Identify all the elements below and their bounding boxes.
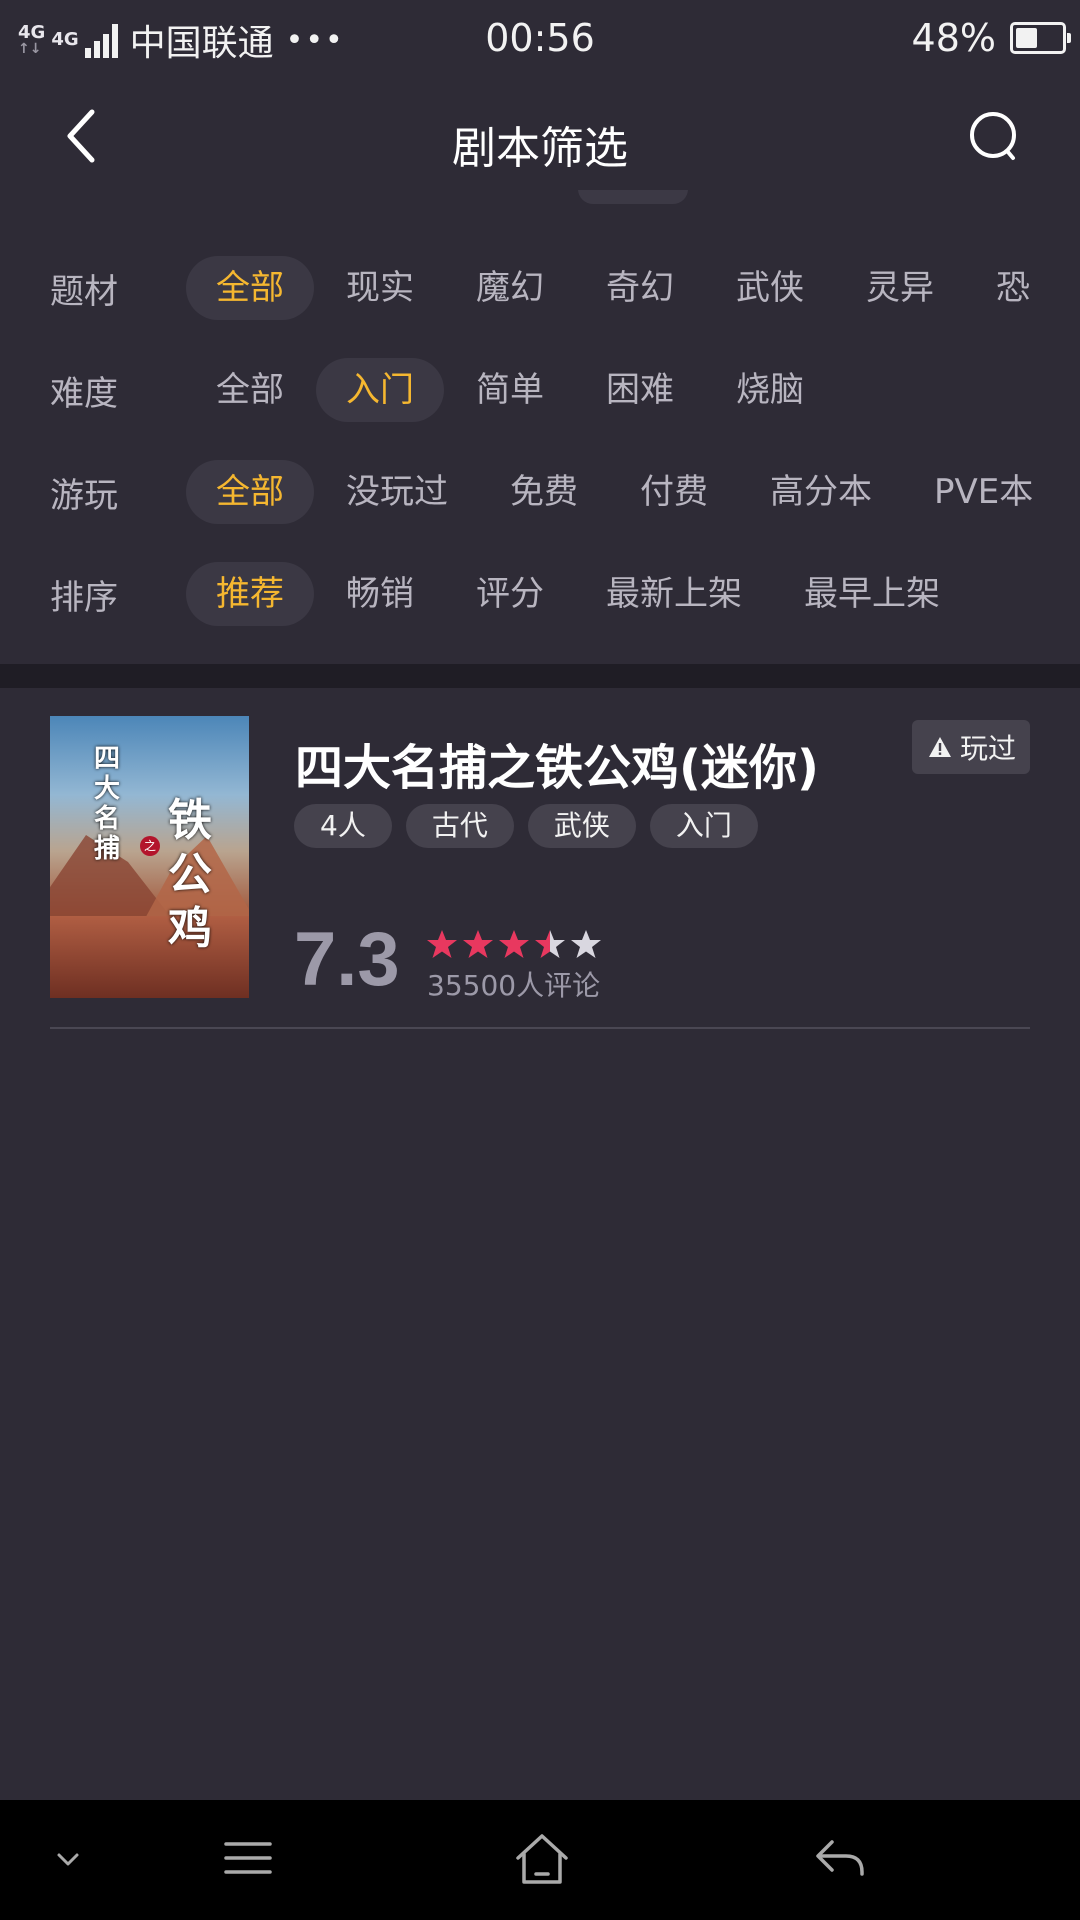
cover-text-main: 铁公鸡 <box>168 795 212 954</box>
page-title: 剧本筛选 <box>452 123 628 174</box>
score-value: 7.3 <box>294 917 400 1002</box>
clipped-chip <box>578 190 688 204</box>
hide-nav-button[interactable] <box>50 1842 86 1882</box>
script-tag: 入门 <box>649 804 758 848</box>
card-divider <box>50 1027 1030 1029</box>
filter-option[interactable]: 困难 <box>576 358 704 422</box>
battery-icon <box>1010 22 1071 54</box>
script-tag: 古代 <box>405 804 514 848</box>
played-badge: 玩过 <box>911 720 1030 774</box>
star-icon <box>463 930 493 958</box>
filter-row-genre: 题材 全部 现实 魔幻 奇幻 武侠 灵异恐 <box>0 256 1080 320</box>
section-divider <box>0 664 1080 688</box>
filter-options: 全部 入门 简单 困难 烧脑 <box>186 358 836 422</box>
cover-seal: 之 <box>140 836 160 856</box>
filter-option[interactable]: 现实 <box>316 256 444 320</box>
system-nav-bar <box>0 1800 1080 1920</box>
filter-option[interactable]: 全部 <box>186 358 314 422</box>
filter-row-difficulty: 难度 全部 入门 简单 困难 烧脑 <box>0 358 1080 422</box>
review-count: 35500人评论 <box>427 969 601 1002</box>
filter-option[interactable]: 没玩过 <box>316 460 478 524</box>
back-arrow-icon <box>816 1840 864 1876</box>
menu-button[interactable] <box>220 1830 276 1890</box>
battery-fill <box>1016 28 1038 48</box>
filter-option[interactable]: 付费 <box>610 460 738 524</box>
filter-label: 难度 <box>50 373 118 414</box>
filter-option[interactable]: 简单 <box>446 358 574 422</box>
star-icon <box>571 930 601 958</box>
filter-option[interactable]: 全部 <box>186 460 314 524</box>
filter-option[interactable]: 免费 <box>480 460 608 524</box>
filter-label: 游玩 <box>50 475 118 516</box>
filter-panel: 题材 全部 现实 魔幻 奇幻 武侠 灵异恐 难度 全部 入门 简单 困难 烧脑 游玩 全部 没玩过免… <box>0 190 1080 664</box>
filter-options: 全部 没玩过 免费 付费 高分本 PVE本 <box>186 460 1065 524</box>
filter-option[interactable]: 全部 <box>186 256 314 320</box>
cover-text-top: 四大名捕 <box>94 744 121 864</box>
filter-option[interactable]: 奇幻 <box>576 256 704 320</box>
filter-label: 题材 <box>50 271 118 312</box>
script-card[interactable]: 四大名捕 之 铁公鸡 四大名捕之铁公鸡(迷你) 玩过 4人 古代 武侠 入门 7.3 … <box>50 716 1030 1028</box>
filter-options: 全部 现实 魔幻 奇幻 武侠 灵异恐 <box>186 256 1062 320</box>
filter-option[interactable]: 评分 <box>446 562 574 626</box>
menu-icon <box>224 1842 272 1874</box>
filter-option[interactable]: PVE本 <box>904 460 1063 524</box>
star-icon <box>499 930 529 958</box>
filter-option[interactable]: 最新上架 <box>576 562 772 626</box>
star-icon <box>535 930 565 958</box>
filter-options: 推荐 畅销 评分 最新上架 最早上架 <box>186 562 972 626</box>
script-cover-image[interactable]: 四大名捕 之 铁公鸡 <box>50 716 249 998</box>
rating-stars <box>426 928 602 960</box>
warning-icon <box>928 737 951 757</box>
filter-option[interactable]: 畅销 <box>316 562 444 626</box>
search-button[interactable] <box>966 108 1026 168</box>
chevron-down-icon <box>57 1853 79 1866</box>
app-header: 剧本筛选 <box>0 88 1080 188</box>
home-icon <box>516 1834 568 1884</box>
filter-option[interactable]: 烧脑 <box>706 358 834 422</box>
star-icon <box>427 930 457 958</box>
cover-ground <box>50 916 249 998</box>
filter-row-sort: 排序 推荐 畅销 评分 最新上架 最早上架 <box>0 562 1080 626</box>
filter-option[interactable]: 武侠 <box>706 256 834 320</box>
filter-option[interactable]: 入门 <box>316 358 444 422</box>
filter-row-play: 游玩 全部 没玩过 免费 付费 高分本 PVE本 <box>0 460 1080 524</box>
status-right: 48% <box>911 16 1071 60</box>
filter-option[interactable]: 最早上架 <box>774 562 970 626</box>
filter-label: 排序 <box>50 577 118 618</box>
filter-option[interactable]: 灵异 <box>836 256 964 320</box>
filter-option[interactable]: 魔幻 <box>446 256 574 320</box>
search-icon <box>970 112 1016 160</box>
filter-option[interactable]: 恐 <box>966 256 1060 320</box>
back-nav-button[interactable] <box>812 1830 868 1890</box>
battery-percent: 48% <box>911 16 996 60</box>
filter-option[interactable]: 高分本 <box>740 460 902 524</box>
script-title[interactable]: 四大名捕之铁公鸡(迷你) <box>295 728 819 798</box>
home-button[interactable] <box>512 1830 572 1894</box>
status-bar: 4G ↑↓ 4G 中国联通 ••• 00:56 48% <box>0 0 1080 78</box>
script-tag: 武侠 <box>527 804 636 848</box>
script-tags: 4人 古代 武侠 入门 <box>294 804 758 848</box>
played-label: 玩过 <box>959 732 1016 765</box>
filter-option[interactable]: 推荐 <box>186 562 314 626</box>
clipped-filter-row <box>0 190 1080 204</box>
script-tag: 4人 <box>294 804 392 848</box>
